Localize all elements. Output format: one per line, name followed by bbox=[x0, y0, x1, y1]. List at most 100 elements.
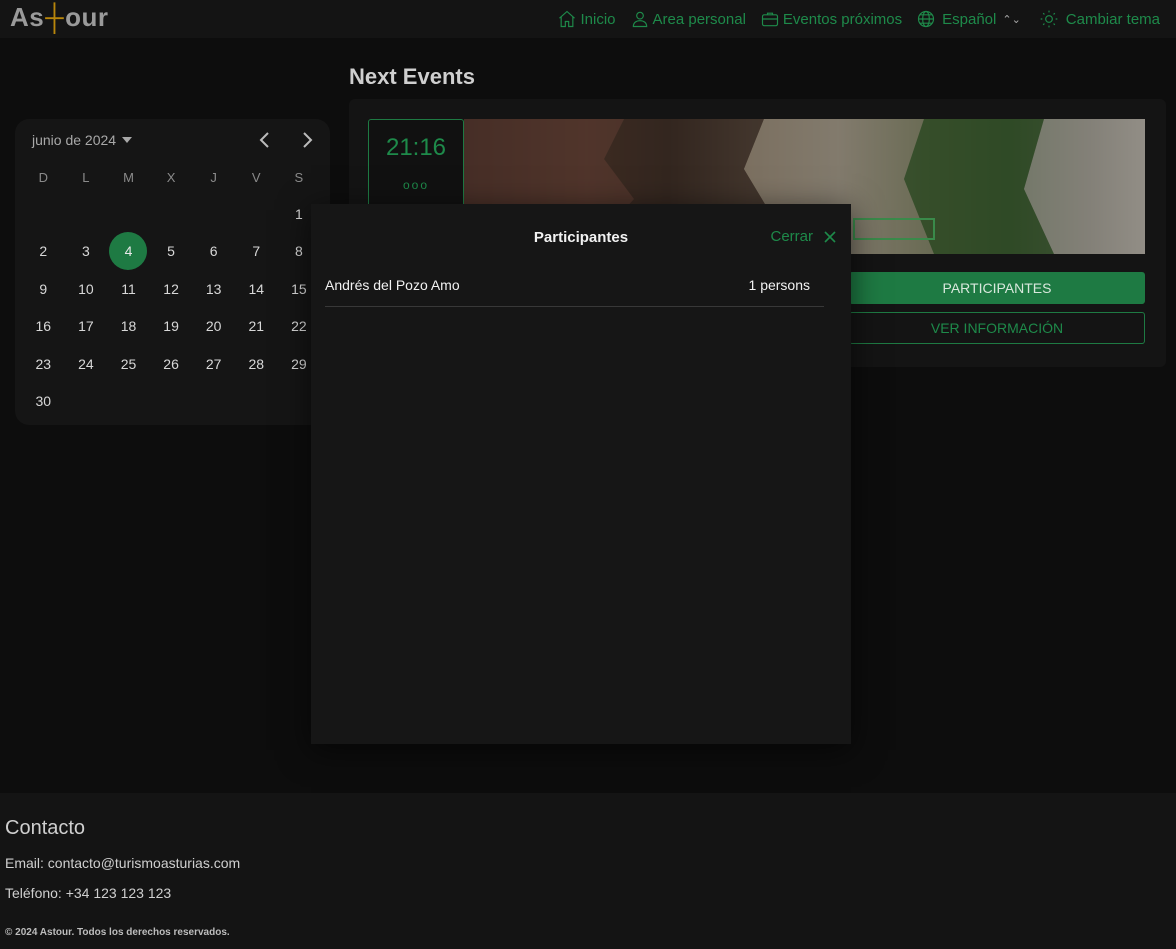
calendar-weekday: M bbox=[123, 169, 134, 185]
calendar-day[interactable]: 20 bbox=[192, 308, 235, 346]
calendar-month-label: junio de 2024 bbox=[32, 132, 117, 148]
calendar-day[interactable]: 23 bbox=[22, 345, 65, 383]
calendar-day[interactable]: 21 bbox=[235, 308, 278, 346]
calendar-day[interactable]: 19 bbox=[150, 308, 193, 346]
top-navbar: As ┼ our Inicio Area personal Eventos próx… bbox=[0, 0, 1176, 38]
calendar-month-select[interactable]: junio de 2024 bbox=[32, 132, 133, 148]
calendar-day-number: 21 bbox=[248, 318, 265, 335]
nav-home-label: Inicio bbox=[580, 10, 616, 28]
calendar-day[interactable]: 17 bbox=[65, 308, 108, 346]
calendar-weekday: V bbox=[251, 169, 261, 185]
participant-row: Andrés del Pozo Amo 1 persons bbox=[325, 266, 824, 307]
calendar-day[interactable]: 27 bbox=[192, 345, 235, 383]
calendar-day[interactable]: 25 bbox=[107, 345, 150, 383]
participant-name: Andrés del Pozo Amo bbox=[325, 277, 460, 293]
calendar-day-number: 26 bbox=[163, 355, 179, 372]
nav-personal-area[interactable]: Area personal bbox=[630, 9, 746, 29]
modal-close-button[interactable]: Cerrar bbox=[770, 228, 837, 245]
logo-text-start: As bbox=[10, 2, 45, 32]
modal-close-label: Cerrar bbox=[770, 228, 813, 245]
calendar-day-selected[interactable]: 4 bbox=[107, 232, 150, 271]
calendar-grid: D L M X J V S 1 2 3 4 5 6 7 8 9 10 11 12 13 14 15 16 17 18 19 20 21… bbox=[22, 159, 322, 420]
calendar-day-number: 7 bbox=[252, 243, 261, 260]
calendar-day[interactable]: 11 bbox=[107, 270, 150, 308]
calendar-day-number: 5 bbox=[167, 243, 175, 260]
chevron-left-icon bbox=[259, 132, 269, 148]
calendar-day-number: 12 bbox=[163, 280, 179, 297]
calendar-day-number: 6 bbox=[209, 243, 218, 260]
nav-events-label: Eventos próximos bbox=[782, 10, 903, 28]
calendar-day[interactable]: 18 bbox=[107, 308, 150, 346]
calendar-day-number: 23 bbox=[35, 355, 52, 372]
participants-modal: Participantes Cerrar Andrés del Pozo Amo… bbox=[311, 204, 851, 744]
page-title: Next Events bbox=[349, 64, 475, 89]
footer: Contacto Email: contacto@turismoasturias… bbox=[0, 793, 1176, 949]
chevron-right-icon bbox=[303, 132, 313, 148]
calendar-day-number: 17 bbox=[78, 318, 94, 335]
view-info-button[interactable]: VER INFORMACIÓN bbox=[849, 312, 1145, 344]
calendar-empty-cell bbox=[235, 195, 278, 233]
calendar-day-number: 14 bbox=[248, 280, 265, 297]
calendar-day-number: 11 bbox=[121, 280, 136, 297]
language-value: Español bbox=[942, 10, 997, 28]
select-arrows-icon: ⌃⌄ bbox=[1002, 13, 1021, 26]
calendar-day-number: 2 bbox=[39, 243, 48, 260]
calendar-day-number: 18 bbox=[120, 318, 137, 335]
participant-count: 1 persons bbox=[748, 277, 810, 293]
calendar-day-number: 28 bbox=[248, 355, 265, 372]
calendar-day[interactable]: 24 bbox=[65, 345, 108, 383]
calendar-weekday: S bbox=[294, 169, 304, 185]
calendar-day-number: 16 bbox=[35, 318, 52, 335]
calendar-day[interactable]: 7 bbox=[235, 233, 278, 271]
calendar-empty-cell bbox=[107, 195, 150, 233]
calendar-day[interactable]: 13 bbox=[192, 270, 235, 308]
footer-phone: Teléfono: +34 123 123 123 bbox=[5, 885, 172, 901]
footer-copyright: © 2024 Astour. Todos los derechos reserv… bbox=[5, 927, 230, 938]
calendar-day[interactable]: 26 bbox=[150, 345, 193, 383]
participants-button[interactable]: PARTICIPANTES bbox=[849, 272, 1145, 304]
theme-toggle-label: Cambiar tema bbox=[1065, 10, 1160, 28]
calendar-day[interactable]: 9 bbox=[22, 270, 65, 308]
calendar-day-number: 30 bbox=[35, 393, 52, 410]
calendar-day-number: 24 bbox=[78, 355, 94, 372]
calendar-day[interactable]: 12 bbox=[150, 270, 193, 308]
calendar-next-button[interactable] bbox=[297, 129, 317, 151]
nav-upcoming-events[interactable]: Eventos próximos bbox=[760, 9, 902, 29]
calendar-day[interactable]: 5 bbox=[150, 233, 193, 271]
calendar-day[interactable]: 16 bbox=[22, 308, 65, 346]
theme-toggle[interactable]: Cambiar tema bbox=[1039, 9, 1160, 29]
calendar-empty-cell bbox=[65, 195, 108, 233]
calendar-day[interactable]: 30 bbox=[22, 383, 65, 421]
calendar-prev-button[interactable] bbox=[255, 129, 275, 151]
logo-text-end: our bbox=[65, 2, 109, 32]
language-select[interactable]: Español ⌃⌄ bbox=[916, 9, 1021, 29]
calendar-day-number: 4 bbox=[109, 232, 148, 271]
calendar-empty-cell bbox=[22, 195, 65, 233]
caret-down-icon bbox=[122, 137, 133, 143]
calendar-day-number: 10 bbox=[78, 280, 94, 297]
calendar-weekday: J bbox=[210, 169, 217, 185]
calendar-day[interactable]: 2 bbox=[22, 233, 65, 271]
calendar-day[interactable]: 6 bbox=[192, 233, 235, 271]
main-nav: Inicio Area personal Eventos próximos Es… bbox=[557, 0, 1160, 38]
calendar-empty-cell bbox=[150, 195, 193, 233]
briefcase-icon bbox=[761, 12, 779, 27]
calendar-day[interactable]: 28 bbox=[235, 345, 278, 383]
calendar-day-number: 20 bbox=[205, 318, 222, 335]
footer-title: Contacto bbox=[5, 817, 86, 839]
calendar-weekday: D bbox=[38, 169, 48, 185]
calendar-day[interactable]: 10 bbox=[65, 270, 108, 308]
calendar-day-number: 9 bbox=[39, 280, 48, 297]
logo-cross-mark: ┼ bbox=[45, 2, 65, 32]
logo[interactable]: As ┼ our bbox=[10, 2, 109, 33]
event-time-box: 21:16 ooo bbox=[368, 119, 464, 209]
nav-home[interactable]: Inicio bbox=[557, 9, 616, 29]
calendar-day[interactable]: 14 bbox=[235, 270, 278, 308]
more-options-icon[interactable]: ooo bbox=[369, 178, 463, 192]
calendar-day-number: 3 bbox=[81, 243, 90, 260]
globe-icon bbox=[918, 10, 935, 28]
nav-personal-label: Area personal bbox=[652, 10, 746, 28]
calendar-empty-cell bbox=[192, 195, 235, 233]
calendar-day-number: 19 bbox=[163, 318, 179, 335]
calendar-day[interactable]: 3 bbox=[65, 233, 108, 271]
